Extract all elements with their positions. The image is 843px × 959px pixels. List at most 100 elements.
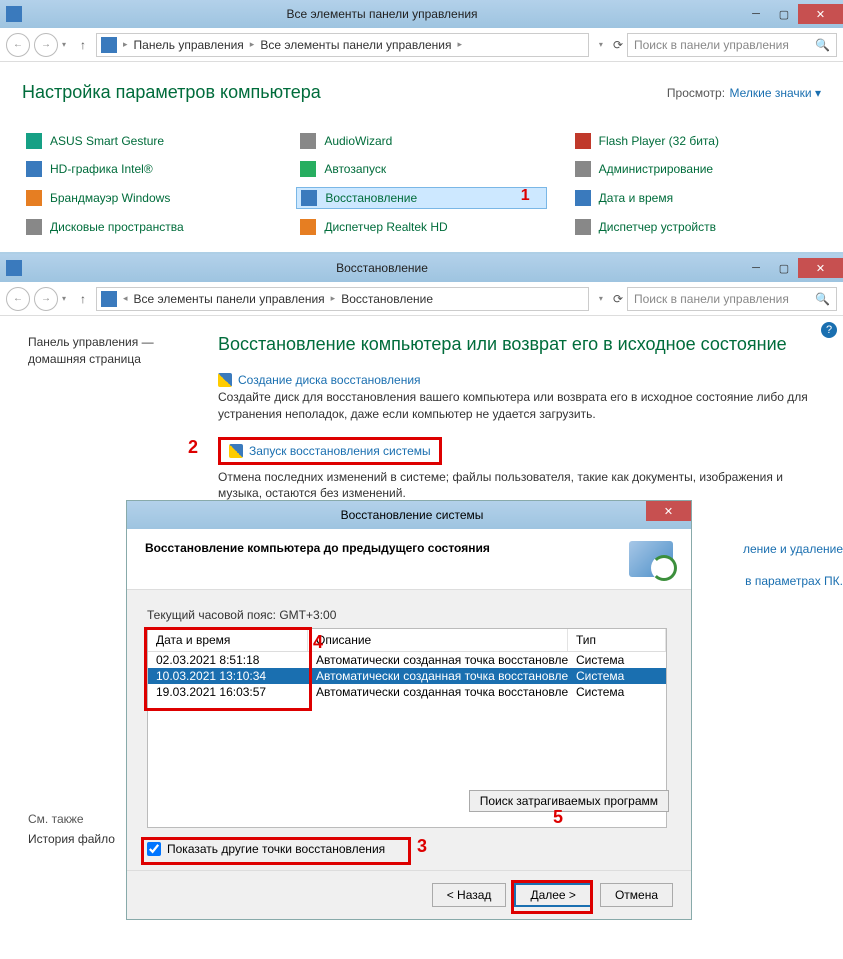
back-button[interactable]: ← bbox=[6, 33, 30, 57]
control-panel-item[interactable]: Восстановление1 bbox=[296, 187, 546, 209]
control-panel-icon bbox=[101, 291, 117, 307]
control-panel-item[interactable]: Дисковые пространства bbox=[22, 217, 272, 237]
col-desc[interactable]: Описание bbox=[308, 629, 568, 651]
item-label: Flash Player (32 бита) bbox=[599, 134, 817, 148]
control-panel-item[interactable]: Дата и время bbox=[571, 187, 821, 209]
restore-icon bbox=[629, 541, 673, 577]
create-recovery-disk-link[interactable]: Создание диска восстановления bbox=[238, 373, 421, 387]
item-label: Диспетчер устройств bbox=[599, 220, 817, 234]
partial-text: ление и удаление bbox=[743, 542, 843, 556]
search-placeholder: Поиск в панели управления bbox=[634, 38, 789, 52]
chevron-right-icon: ▸ bbox=[457, 39, 462, 50]
control-panel-item[interactable]: Администрирование bbox=[571, 159, 821, 179]
next-button[interactable]: Далее > bbox=[514, 883, 592, 907]
control-panel-item[interactable]: Автозапуск bbox=[296, 159, 546, 179]
annotation-box-2: Запуск восстановления системы bbox=[218, 437, 442, 465]
view-dropdown[interactable]: Мелкие значки ▾ bbox=[730, 86, 821, 100]
history-dropdown-icon[interactable]: ▾ bbox=[62, 40, 70, 49]
maximize-button[interactable]: ▢ bbox=[770, 4, 798, 24]
close-button[interactable]: ✕ bbox=[646, 501, 691, 521]
search-placeholder: Поиск в панели управления bbox=[634, 292, 789, 306]
annotation-5: 5 bbox=[553, 807, 563, 828]
item-label: Дисковые пространства bbox=[50, 220, 268, 234]
cell-date: 10.03.2021 13:10:34 bbox=[148, 668, 308, 684]
refresh-icon[interactable]: ⟳ bbox=[613, 38, 623, 52]
forward-button[interactable]: → bbox=[34, 33, 58, 57]
maximize-button[interactable]: ▢ bbox=[770, 258, 798, 278]
annotation-4: 4 bbox=[313, 632, 323, 653]
cell-date: 19.03.2021 16:03:57 bbox=[148, 684, 308, 700]
breadcrumb-item[interactable]: Все элементы панели управления bbox=[134, 292, 325, 306]
breadcrumb-item[interactable]: Панель управления bbox=[134, 38, 244, 52]
control-panel-item[interactable]: ASUS Smart Gesture bbox=[22, 131, 272, 151]
cell-desc: Автоматически созданная точка восстановл… bbox=[308, 652, 568, 668]
close-button[interactable]: ✕ bbox=[798, 4, 843, 24]
app-icon bbox=[6, 260, 22, 276]
breadcrumb-item[interactable]: Восстановление bbox=[341, 292, 433, 306]
window1-title: Все элементы панели управления bbox=[22, 7, 742, 21]
window2-title: Восстановление bbox=[22, 261, 742, 275]
control-panel-item[interactable]: Диспетчер Realtek HD bbox=[296, 217, 546, 237]
col-date[interactable]: Дата и время bbox=[148, 629, 308, 651]
window1-toolbar: ← → ▾ ↑ ▸ Панель управления ▸ Все элемен… bbox=[0, 28, 843, 62]
search-input[interactable]: Поиск в панели управления 🔍 bbox=[627, 33, 837, 57]
item-icon bbox=[575, 133, 591, 149]
col-type[interactable]: Тип bbox=[568, 629, 666, 651]
cell-type: Система bbox=[568, 652, 666, 668]
system-restore-dialog: Восстановление системы ✕ Восстановление … bbox=[126, 500, 692, 920]
system-restore-link[interactable]: Запуск восстановления системы bbox=[249, 444, 431, 458]
up-button[interactable]: ↑ bbox=[74, 38, 92, 52]
partial-link[interactable]: в параметрах ПК. bbox=[745, 574, 843, 588]
annotation-3: 3 bbox=[417, 836, 427, 857]
breadcrumb[interactable]: ▸ Панель управления ▸ Все элементы панел… bbox=[96, 33, 589, 57]
item-icon bbox=[575, 190, 591, 206]
sidebar-home-link[interactable]: Панель управления — домашняя страница bbox=[28, 334, 200, 368]
minimize-button[interactable]: ─ bbox=[742, 258, 770, 278]
cell-type: Система bbox=[568, 684, 666, 700]
table-row[interactable]: 10.03.2021 13:10:34Автоматически созданн… bbox=[148, 668, 666, 684]
control-panel-item[interactable]: Диспетчер устройств bbox=[571, 217, 821, 237]
app-icon bbox=[6, 6, 22, 22]
history-dropdown-icon[interactable]: ▾ bbox=[62, 294, 70, 303]
back-button[interactable]: ← bbox=[6, 287, 30, 311]
control-panel-body: Настройка параметров компьютера Просмотр… bbox=[0, 62, 843, 245]
control-panel-item[interactable]: Брандмауэр Windows bbox=[22, 187, 272, 209]
file-history-link[interactable]: История файло bbox=[28, 832, 115, 846]
affected-programs-button[interactable]: Поиск затрагиваемых программ bbox=[469, 790, 669, 812]
item-icon bbox=[300, 219, 316, 235]
item-label: Диспетчер Realtek HD bbox=[324, 220, 542, 234]
control-panel-item[interactable]: Flash Player (32 бита) bbox=[571, 131, 821, 151]
help-icon[interactable]: ? bbox=[821, 322, 837, 338]
back-button[interactable]: < Назад bbox=[432, 883, 507, 907]
search-input[interactable]: Поиск в панели управления 🔍 bbox=[627, 287, 837, 311]
shield-icon bbox=[229, 444, 243, 458]
item-icon bbox=[575, 161, 591, 177]
item-label: Администрирование bbox=[599, 162, 817, 176]
chevron-down-icon[interactable]: ▾ bbox=[599, 294, 607, 303]
item-icon bbox=[26, 133, 42, 149]
refresh-icon[interactable]: ⟳ bbox=[613, 292, 623, 306]
control-panel-item[interactable]: HD-графика Intel® bbox=[22, 159, 272, 179]
show-more-checkbox[interactable] bbox=[147, 842, 161, 856]
item-label: Дата и время bbox=[599, 191, 817, 205]
desc-text: Отмена последних изменений в системе; фа… bbox=[218, 469, 825, 503]
item-label: AudioWizard bbox=[324, 134, 542, 148]
table-row[interactable]: 19.03.2021 16:03:57Автоматически созданн… bbox=[148, 684, 666, 700]
chevron-down-icon[interactable]: ▾ bbox=[599, 40, 607, 49]
close-button[interactable]: ✕ bbox=[798, 258, 843, 278]
up-button[interactable]: ↑ bbox=[74, 292, 92, 306]
breadcrumb-item[interactable]: Все элементы панели управления bbox=[260, 38, 451, 52]
item-icon bbox=[26, 219, 42, 235]
item-icon bbox=[26, 161, 42, 177]
cancel-button[interactable]: Отмена bbox=[600, 883, 673, 907]
annotation-1: 1 bbox=[521, 187, 530, 205]
forward-button[interactable]: → bbox=[34, 287, 58, 311]
item-label: Восстановление bbox=[325, 191, 541, 205]
item-icon bbox=[26, 190, 42, 206]
control-panel-item[interactable]: AudioWizard bbox=[296, 131, 546, 151]
breadcrumb[interactable]: ◂ Все элементы панели управления ▸ Восст… bbox=[96, 287, 589, 311]
table-row[interactable]: 02.03.2021 8:51:18Автоматически созданна… bbox=[148, 652, 666, 668]
cell-desc: Автоматически созданная точка восстановл… bbox=[308, 684, 568, 700]
minimize-button[interactable]: ─ bbox=[742, 4, 770, 24]
search-icon: 🔍 bbox=[815, 292, 830, 306]
